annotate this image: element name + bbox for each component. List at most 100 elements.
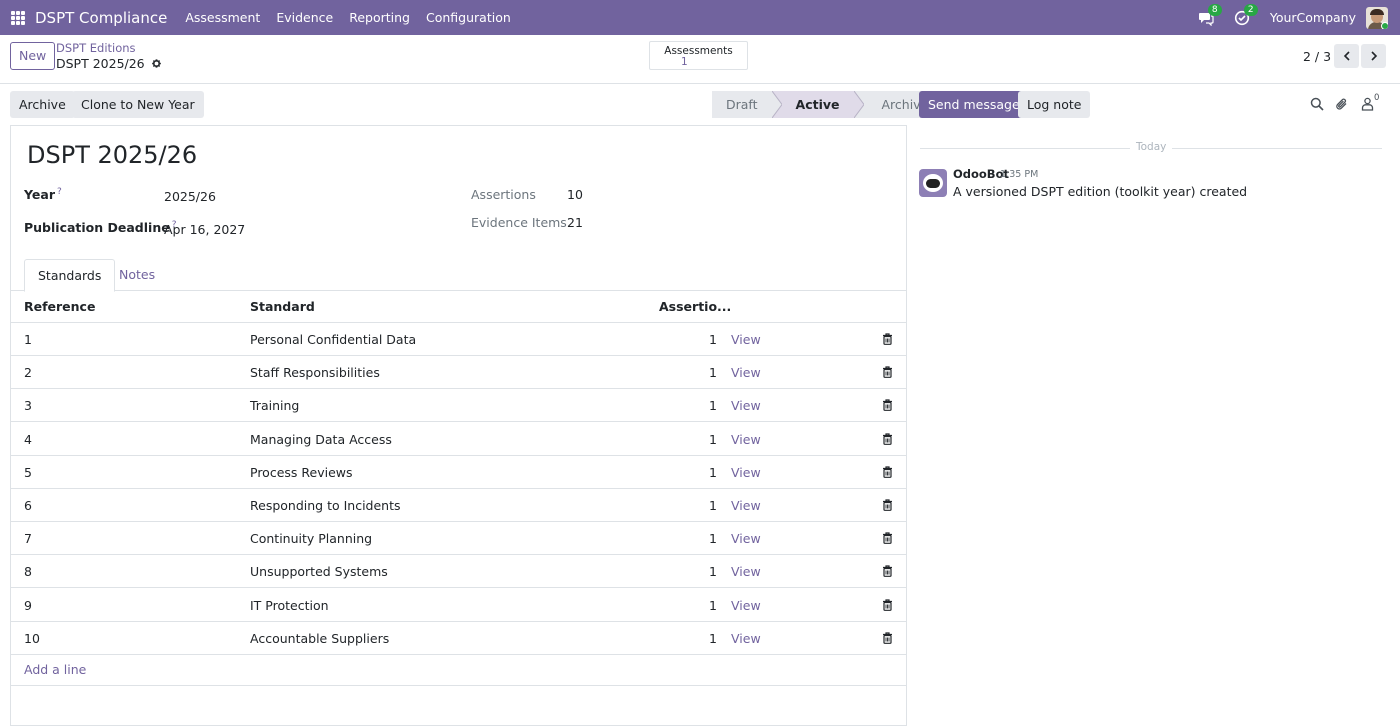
table-row[interactable]: 4 Managing Data Access 1 View bbox=[11, 423, 906, 456]
cell-standard[interactable]: Process Reviews bbox=[250, 456, 353, 489]
trash-icon[interactable] bbox=[882, 333, 893, 345]
followers-button[interactable]: 0 bbox=[1361, 93, 1383, 112]
add-a-line-link[interactable]: Add a line bbox=[24, 662, 86, 677]
table-row[interactable]: 2 Staff Responsibilities 1 View bbox=[11, 356, 906, 390]
record-title[interactable]: DSPT 2025/26 bbox=[27, 141, 197, 169]
cell-standard[interactable]: Managing Data Access bbox=[250, 423, 392, 456]
cell-assertions[interactable]: 1 bbox=[691, 622, 717, 655]
cell-standard[interactable]: Unsupported Systems bbox=[250, 555, 388, 588]
trash-icon[interactable] bbox=[882, 499, 893, 511]
pager-previous-button[interactable] bbox=[1334, 44, 1359, 68]
view-button[interactable]: View bbox=[731, 622, 761, 655]
cell-reference[interactable]: 7 bbox=[24, 522, 32, 555]
cell-assertions[interactable]: 1 bbox=[691, 356, 717, 389]
paperclip-icon[interactable] bbox=[1335, 97, 1349, 111]
tab-standards[interactable]: Standards bbox=[24, 259, 116, 292]
deadline-value[interactable]: Apr 16, 2027 bbox=[164, 222, 245, 237]
menu-reporting[interactable]: Reporting bbox=[341, 10, 418, 25]
cell-reference[interactable]: 3 bbox=[24, 389, 32, 422]
tab-notes[interactable]: Notes bbox=[106, 259, 168, 291]
cell-standard[interactable]: Personal Confidential Data bbox=[250, 323, 416, 356]
cell-reference[interactable]: 9 bbox=[24, 589, 32, 622]
breadcrumb-parent[interactable]: DSPT Editions bbox=[56, 41, 136, 55]
cell-assertions[interactable]: 1 bbox=[691, 323, 717, 356]
help-tooltip-icon[interactable]: ? bbox=[57, 187, 62, 197]
menu-configuration[interactable]: Configuration bbox=[418, 10, 519, 25]
trash-icon[interactable] bbox=[882, 366, 893, 379]
clone-to-new-year-button[interactable]: Clone to New Year bbox=[72, 91, 204, 118]
table-row[interactable]: 8 Unsupported Systems 1 View bbox=[11, 555, 906, 589]
cell-assertions[interactable]: 1 bbox=[691, 522, 717, 555]
view-button[interactable]: View bbox=[731, 456, 761, 489]
cell-assertions[interactable]: 1 bbox=[691, 589, 717, 622]
cell-assertions[interactable]: 1 bbox=[691, 489, 717, 522]
search-icon[interactable] bbox=[1310, 97, 1324, 111]
menu-assessment[interactable]: Assessment bbox=[177, 10, 268, 25]
messages-badge: 8 bbox=[1207, 3, 1222, 16]
cell-reference[interactable]: 5 bbox=[24, 456, 32, 489]
log-note-button[interactable]: Log note bbox=[1018, 91, 1091, 118]
activities-clock-icon[interactable]: 2 bbox=[1234, 3, 1258, 27]
trash-icon[interactable] bbox=[882, 565, 893, 578]
cell-reference[interactable]: 1 bbox=[24, 323, 32, 356]
year-value[interactable]: 2025/26 bbox=[164, 189, 216, 204]
view-button[interactable]: View bbox=[731, 389, 761, 422]
trash-icon[interactable] bbox=[882, 432, 893, 445]
view-button[interactable]: View bbox=[731, 522, 761, 555]
stage-active[interactable]: Active bbox=[781, 91, 854, 118]
cell-standard[interactable]: Accountable Suppliers bbox=[250, 622, 389, 655]
cell-assertions[interactable]: 1 bbox=[691, 389, 717, 422]
cell-assertions[interactable]: 1 bbox=[691, 456, 717, 489]
gear-icon[interactable] bbox=[151, 58, 162, 69]
cell-assertions[interactable]: 1 bbox=[691, 555, 717, 588]
cell-assertions[interactable]: 1 bbox=[691, 423, 717, 456]
followers-count: 0 bbox=[1374, 93, 1380, 103]
table-row[interactable]: 9 IT Protection 1 View bbox=[11, 589, 906, 622]
apps-grid-icon[interactable] bbox=[11, 10, 25, 25]
pager-next-button[interactable] bbox=[1361, 44, 1386, 68]
app-brand[interactable]: DSPT Compliance bbox=[35, 9, 167, 27]
archive-button[interactable]: Archive bbox=[10, 91, 75, 118]
assessments-smart-button[interactable]: Assessments 1 bbox=[649, 41, 748, 70]
cell-reference[interactable]: 10 bbox=[24, 622, 40, 655]
odoobot-avatar[interactable] bbox=[919, 169, 947, 197]
view-button[interactable]: View bbox=[731, 555, 761, 588]
cell-standard[interactable]: Staff Responsibilities bbox=[250, 356, 380, 389]
trash-icon[interactable] bbox=[882, 466, 893, 478]
trash-icon[interactable] bbox=[882, 532, 893, 545]
cell-standard[interactable]: IT Protection bbox=[250, 589, 329, 622]
cell-reference[interactable]: 2 bbox=[24, 356, 32, 389]
cell-reference[interactable]: 6 bbox=[24, 489, 32, 522]
menu-evidence[interactable]: Evidence bbox=[268, 10, 341, 25]
table-row[interactable]: 1 Personal Confidential Data 1 View bbox=[11, 323, 906, 356]
cell-standard[interactable]: Continuity Planning bbox=[250, 522, 372, 555]
company-switcher[interactable]: YourCompany bbox=[1270, 10, 1356, 25]
view-button[interactable]: View bbox=[731, 356, 761, 389]
new-button[interactable]: New bbox=[10, 42, 56, 70]
column-standard[interactable]: Standard bbox=[250, 291, 315, 323]
messages-icon[interactable]: 8 bbox=[1198, 3, 1222, 27]
view-button[interactable]: View bbox=[731, 589, 761, 622]
trash-icon[interactable] bbox=[882, 399, 893, 412]
cell-reference[interactable]: 8 bbox=[24, 555, 32, 588]
cell-standard[interactable]: Responding to Incidents bbox=[250, 489, 401, 522]
cell-reference[interactable]: 4 bbox=[24, 423, 32, 456]
cell-standard[interactable]: Training bbox=[250, 389, 299, 422]
table-row[interactable]: 5 Process Reviews 1 View bbox=[11, 456, 906, 489]
table-row[interactable]: 6 Responding to Incidents 1 View bbox=[11, 489, 906, 522]
top-navbar: DSPT Compliance Assessment Evidence Repo… bbox=[0, 0, 1400, 35]
view-button[interactable]: View bbox=[731, 323, 761, 356]
send-message-button[interactable]: Send message bbox=[919, 91, 1029, 118]
trash-icon[interactable] bbox=[882, 598, 893, 611]
view-button[interactable]: View bbox=[731, 423, 761, 456]
column-reference[interactable]: Reference bbox=[24, 291, 95, 323]
table-row[interactable]: 10 Accountable Suppliers 1 View bbox=[11, 622, 906, 655]
table-row[interactable]: 7 Continuity Planning 1 View bbox=[11, 522, 906, 556]
view-button[interactable]: View bbox=[731, 489, 761, 522]
pager-counter[interactable]: 2 / 3 bbox=[1303, 49, 1331, 64]
table-row[interactable]: 3 Training 1 View bbox=[11, 389, 906, 423]
column-assertions[interactable]: Assertio... bbox=[659, 291, 731, 323]
stage-draft[interactable]: Draft bbox=[712, 91, 772, 118]
user-avatar[interactable] bbox=[1366, 6, 1388, 29]
trash-icon[interactable] bbox=[882, 632, 893, 644]
